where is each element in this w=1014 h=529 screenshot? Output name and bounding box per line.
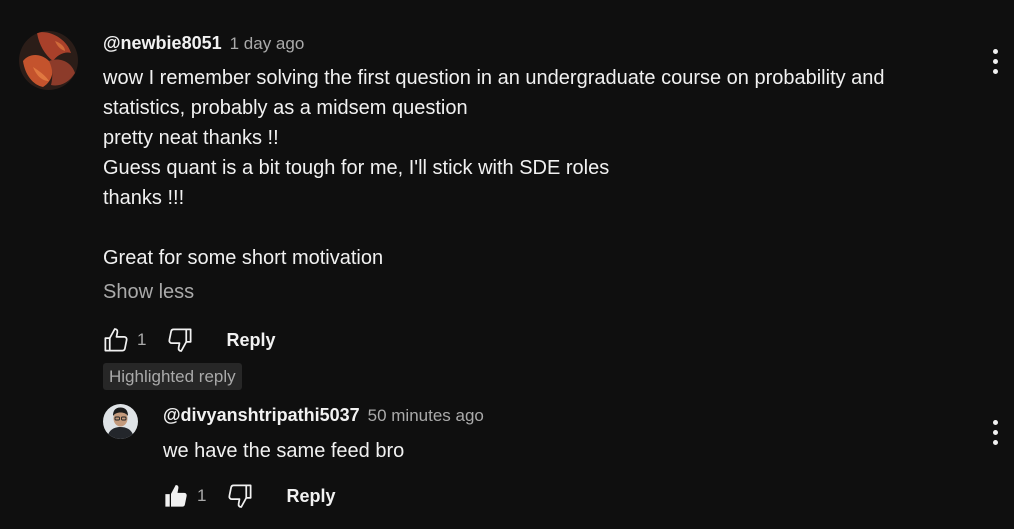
thumbs-down-icon bbox=[168, 328, 192, 352]
comment-menu-button[interactable] bbox=[983, 44, 1007, 78]
more-vert-icon bbox=[992, 48, 998, 54]
reply-button[interactable]: Reply bbox=[226, 330, 275, 351]
dislike-button[interactable] bbox=[162, 322, 198, 358]
comment-line: thanks !!! bbox=[103, 187, 185, 209]
comment-line: wow I remember solving the first questio… bbox=[103, 67, 885, 89]
thumbs-up-icon bbox=[104, 328, 128, 352]
comment-text: we have the same feed bro bbox=[163, 436, 923, 466]
comment-line bbox=[103, 213, 943, 243]
highlighted-reply-badge: Highlighted reply bbox=[103, 363, 242, 390]
like-count: 1 bbox=[197, 486, 207, 505]
more-vert-icon bbox=[992, 58, 998, 64]
avatar-image bbox=[19, 31, 78, 90]
like-button[interactable] bbox=[158, 478, 194, 514]
comment-line: statistics, probably as a midsem questio… bbox=[103, 97, 468, 119]
more-vert-icon bbox=[992, 419, 998, 425]
comment-text: wow I remember solving the first questio… bbox=[103, 63, 943, 273]
reply-button[interactable]: Reply bbox=[286, 486, 335, 507]
author-name[interactable]: @divyanshtripathi5037 bbox=[163, 405, 360, 426]
dislike-button[interactable] bbox=[222, 478, 258, 514]
comment-header: @divyanshtripathi5037 50 minutes ago bbox=[163, 405, 484, 426]
comment-header: @newbie8051 1 day ago bbox=[103, 33, 304, 54]
show-less-button[interactable]: Show less bbox=[103, 281, 194, 304]
comment-line: Guess quant is a bit tough for me, I'll … bbox=[103, 157, 610, 179]
more-vert-icon bbox=[992, 429, 998, 435]
comment-menu-button[interactable] bbox=[983, 415, 1007, 449]
like-count: 1 bbox=[137, 330, 147, 349]
comment-actions: 1 Reply bbox=[158, 478, 336, 514]
thumbs-up-filled-icon bbox=[165, 485, 187, 507]
author-name[interactable]: @newbie8051 bbox=[103, 33, 222, 54]
comment: @newbie8051 1 day ago wow I remember sol… bbox=[0, 0, 1014, 392]
timestamp[interactable]: 50 minutes ago bbox=[368, 406, 484, 426]
like-button[interactable] bbox=[98, 322, 134, 358]
comments-section: @newbie8051 1 day ago wow I remember sol… bbox=[0, 0, 1014, 529]
timestamp[interactable]: 1 day ago bbox=[230, 34, 305, 54]
more-vert-icon bbox=[992, 439, 998, 445]
more-vert-icon bbox=[992, 68, 998, 74]
comment-line: Great for some short motivation bbox=[103, 247, 384, 269]
avatar-image bbox=[103, 404, 138, 439]
comment-line: we have the same feed bro bbox=[163, 440, 405, 462]
comment-actions: 1 Reply bbox=[98, 322, 276, 358]
comment-line: pretty neat thanks !! bbox=[103, 127, 279, 149]
thumbs-down-icon bbox=[228, 484, 252, 508]
avatar[interactable] bbox=[103, 404, 138, 439]
avatar[interactable] bbox=[19, 31, 78, 90]
